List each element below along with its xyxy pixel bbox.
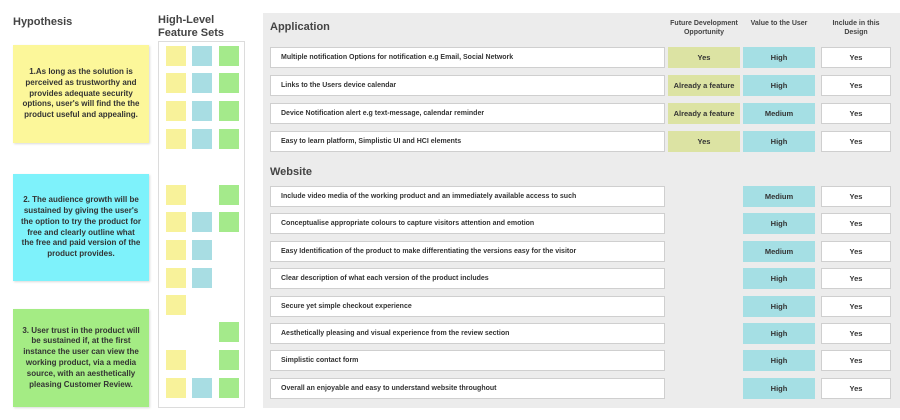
web-value-cell: Medium	[743, 186, 815, 207]
app-feature-row: Device Notification alert e.g text-messa…	[270, 103, 665, 124]
feature-square-green	[219, 378, 239, 398]
feature-square-blue	[192, 268, 212, 288]
app-value-cell: High	[743, 75, 815, 96]
app-future-cell: Yes	[668, 47, 740, 68]
hypothesis-title: Hypothesis	[13, 16, 73, 28]
feature-square-yellow	[166, 378, 186, 398]
feature-square-blue	[192, 212, 212, 232]
hypothesis-note-1-text: 1.As long as the solution is perceived a…	[22, 67, 140, 120]
app-value-cell: High	[743, 47, 815, 68]
web-value-cell: High	[743, 295, 815, 317]
hypothesis-note-3: 3. User trust in the product will be sus…	[13, 309, 149, 407]
feature-square-green	[219, 212, 239, 232]
web-include-cell: Yes	[821, 186, 891, 207]
app-feature-row: Links to the Users device calendar	[270, 75, 665, 96]
web-value-cell: High	[743, 350, 815, 372]
app-future-cell: Already a feature	[668, 75, 740, 96]
app-feature-row: Multiple notification Options for notifi…	[270, 47, 665, 68]
feature-square-yellow	[166, 185, 186, 205]
app-include-cell: Yes	[821, 131, 891, 152]
app-feature-row: Easy to learn platform, Simplistic UI an…	[270, 131, 665, 152]
feature-square-blue	[192, 378, 212, 398]
feature-square-yellow	[166, 212, 186, 232]
feature-sets-title-line1: High-Level	[158, 14, 215, 26]
feature-square-green	[219, 46, 239, 66]
app-include-cell: Yes	[821, 75, 891, 96]
feature-square-yellow	[166, 268, 186, 288]
feature-square-green	[219, 101, 239, 121]
col-include-header: Include in this Design	[832, 20, 880, 36]
web-feature-row: Easy Identification of the product to ma…	[270, 240, 665, 262]
prioritization-panel	[263, 13, 900, 408]
app-include-cell: Yes	[821, 103, 891, 124]
web-include-cell: Yes	[821, 350, 891, 372]
app-include-cell: Yes	[821, 47, 891, 68]
web-feature-row: Overall an enjoyable and easy to underst…	[270, 377, 665, 399]
web-value-cell: Medium	[743, 240, 815, 262]
app-future-cell: Already a feature	[668, 103, 740, 124]
web-include-cell: Yes	[821, 268, 891, 290]
col-value-header: Value to the User	[750, 20, 808, 27]
web-include-cell: Yes	[821, 213, 891, 235]
feature-square-yellow	[166, 73, 186, 93]
website-title: Website	[270, 166, 312, 178]
app-value-cell: High	[743, 131, 815, 152]
hypothesis-note-2: 2. The audience growth will be sustained…	[13, 174, 149, 281]
web-feature-row: Aesthetically pleasing and visual experi…	[270, 323, 665, 344]
feature-square-green	[219, 73, 239, 93]
feature-sets-title: High-Level Feature Sets	[158, 14, 224, 39]
web-value-cell: High	[743, 268, 815, 290]
feature-square-blue	[192, 73, 212, 93]
web-include-cell: Yes	[821, 323, 891, 344]
feature-square-green	[219, 322, 239, 342]
feature-square-yellow	[166, 46, 186, 66]
feature-square-yellow	[166, 240, 186, 260]
feature-square-blue	[192, 129, 212, 149]
feature-square-green	[219, 129, 239, 149]
feature-square-green	[219, 185, 239, 205]
feature-square-yellow	[166, 295, 186, 315]
application-title: Application	[270, 21, 330, 33]
web-feature-row: Secure yet simple checkout experience	[270, 295, 665, 317]
feature-square-yellow	[166, 101, 186, 121]
web-include-cell: Yes	[821, 377, 891, 399]
web-value-cell: High	[743, 323, 815, 344]
hypothesis-note-3-text: 3. User trust in the product will be sus…	[22, 325, 140, 389]
feature-square-blue	[192, 101, 212, 121]
feature-square-yellow	[166, 350, 186, 370]
feature-square-blue	[192, 46, 212, 66]
web-feature-row: Include video media of the working produ…	[270, 186, 665, 207]
app-future-cell: Yes	[668, 131, 740, 152]
app-value-cell: Medium	[743, 103, 815, 124]
web-feature-row: Conceptualise appropriate colours to cap…	[270, 213, 665, 235]
feature-square-yellow	[166, 129, 186, 149]
hypothesis-note-1: 1.As long as the solution is perceived a…	[13, 45, 149, 143]
web-feature-row: Clear description of what each version o…	[270, 268, 665, 290]
feature-sets-title-line2: Feature Sets	[158, 26, 225, 39]
web-value-cell: High	[743, 213, 815, 235]
hypothesis-note-2-text: 2. The audience growth will be sustained…	[21, 195, 141, 259]
web-include-cell: Yes	[821, 240, 891, 262]
web-feature-row: Simplistic contact form	[270, 350, 665, 372]
feature-square-blue	[192, 240, 212, 260]
web-value-cell: High	[743, 377, 815, 399]
web-include-cell: Yes	[821, 295, 891, 317]
col-future-header: Future Development Opportunity	[670, 20, 738, 36]
feature-square-green	[219, 350, 239, 370]
